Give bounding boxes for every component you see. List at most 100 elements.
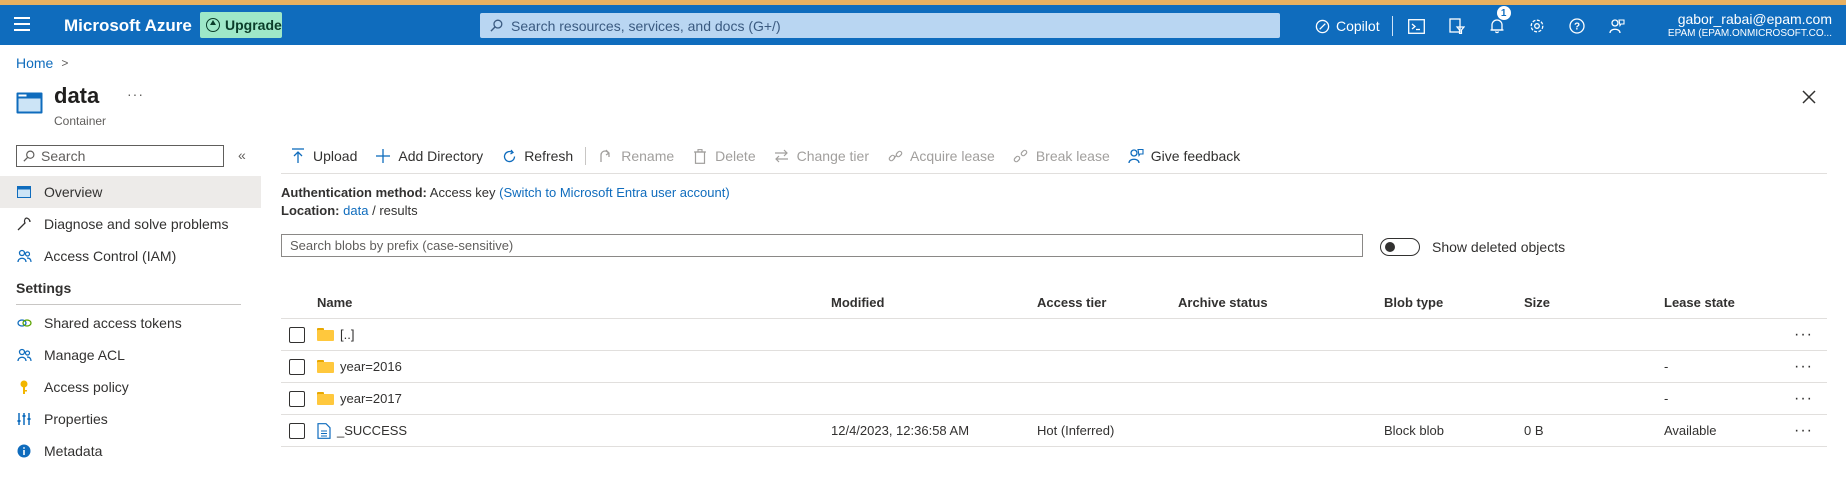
settings-heading: Settings	[16, 280, 72, 296]
row-more-button[interactable]: ···	[1754, 382, 1827, 415]
sidebar-item-iam[interactable]: Access Control (IAM)	[0, 240, 261, 272]
column-header-lease-state[interactable]: Lease state	[1664, 286, 1754, 319]
resource-type: Container	[54, 114, 107, 128]
directory-filter-button[interactable]	[1437, 13, 1477, 39]
blob-modified	[831, 382, 1037, 415]
blob-access-tier	[1037, 382, 1178, 415]
collapse-sidebar-button[interactable]: «	[238, 147, 246, 163]
show-deleted-toggle[interactable]	[1380, 238, 1420, 256]
feedback-button[interactable]	[1597, 13, 1637, 39]
sidebar-item-overview[interactable]: Overview	[0, 176, 261, 208]
help-button[interactable]: ?	[1557, 13, 1597, 39]
breadcrumb-home[interactable]: Home	[16, 55, 53, 71]
settings-button[interactable]	[1517, 13, 1557, 39]
blob-name[interactable]: year=2017	[340, 391, 402, 406]
plus-icon	[375, 148, 391, 164]
show-deleted-label: Show deleted objects	[1432, 239, 1566, 255]
location-container-link[interactable]: data	[343, 203, 368, 218]
header-select	[281, 286, 317, 319]
delete-button[interactable]: Delete	[683, 148, 764, 164]
global-search-input[interactable]: Search resources, services, and docs (G+…	[480, 13, 1280, 38]
close-icon[interactable]	[1800, 88, 1818, 106]
column-header-name[interactable]: Name	[317, 286, 831, 319]
feedback-icon	[1608, 19, 1625, 34]
more-options-button[interactable]: ···	[127, 86, 144, 102]
column-header-modified[interactable]: Modified	[831, 286, 1037, 319]
blob-name[interactable]: [..]	[340, 327, 354, 342]
folder-icon	[317, 392, 334, 405]
swap-icon	[774, 148, 790, 164]
upgrade-button[interactable]: Upgrade	[200, 12, 282, 38]
location-label: Location:	[281, 203, 340, 218]
copilot-button[interactable]: Copilot	[1307, 13, 1388, 39]
change-tier-label: Change tier	[796, 148, 869, 164]
gear-icon	[1530, 19, 1544, 33]
row-more-button[interactable]: ···	[1754, 350, 1827, 383]
upload-icon	[290, 148, 306, 164]
sidebar-item-label: Overview	[44, 184, 103, 200]
sidebar-item-access-policy[interactable]: Access policy	[0, 371, 261, 403]
link-icon	[16, 315, 32, 331]
table-row[interactable]: year=2017 - ···	[281, 382, 1827, 415]
auth-label: Authentication method:	[281, 185, 427, 200]
sidebar-item-shared-access-tokens[interactable]: Shared access tokens	[0, 307, 261, 339]
row-more-button[interactable]: ···	[1754, 414, 1827, 447]
account-menu[interactable]: gabor_rabai@epam.com EPAM (EPAM.ONMICROS…	[1668, 11, 1832, 39]
row-checkbox[interactable]	[289, 422, 305, 439]
menu-icon[interactable]	[10, 12, 34, 36]
blob-type	[1384, 350, 1524, 383]
table-row[interactable]: year=2016 - ···	[281, 350, 1827, 383]
sidebar-item-metadata[interactable]: Metadata	[0, 435, 261, 467]
column-header-blob-type[interactable]: Blob type	[1384, 286, 1524, 319]
notifications-button[interactable]: 1	[1477, 6, 1517, 39]
sidebar-item-diagnose[interactable]: Diagnose and solve problems	[0, 208, 261, 240]
switch-auth-link[interactable]: (Switch to Microsoft Entra user account)	[499, 185, 729, 200]
location-separator: /	[372, 203, 376, 218]
blob-prefix-search-input[interactable]: Search blobs by prefix (case-sensitive)	[281, 234, 1363, 257]
upload-button[interactable]: Upload	[281, 148, 366, 164]
blob-name[interactable]: year=2016	[340, 359, 402, 374]
key-icon	[16, 379, 32, 395]
acquire-lease-button[interactable]: Acquire lease	[878, 148, 1004, 164]
column-header-access-tier[interactable]: Access tier	[1037, 286, 1178, 319]
give-feedback-button[interactable]: Give feedback	[1119, 148, 1250, 164]
column-header-size[interactable]: Size	[1524, 286, 1664, 319]
svg-text:?: ?	[1574, 22, 1580, 33]
row-checkbox[interactable]	[289, 326, 305, 343]
rename-icon	[598, 148, 614, 164]
cloud-shell-button[interactable]	[1397, 13, 1437, 39]
blob-type: Block blob	[1384, 414, 1524, 447]
sidebar-item-label: Manage ACL	[44, 347, 125, 363]
row-checkbox[interactable]	[289, 358, 305, 375]
blob-access-tier	[1037, 350, 1178, 383]
blob-archive-status	[1178, 382, 1384, 415]
info-icon	[16, 443, 32, 459]
blob-access-tier	[1037, 318, 1178, 351]
page-title: data	[54, 83, 100, 108]
break-lease-button[interactable]: Break lease	[1004, 148, 1119, 164]
sidebar-item-properties[interactable]: Properties	[0, 403, 261, 435]
sidebar-item-label: Access Control (IAM)	[44, 248, 177, 264]
rename-button[interactable]: Rename	[589, 148, 683, 164]
sidebar-item-manage-acl[interactable]: Manage ACL	[0, 339, 261, 371]
add-directory-button[interactable]: Add Directory	[366, 148, 492, 164]
toggle-knob	[1385, 242, 1395, 252]
upload-label: Upload	[313, 148, 358, 164]
blob-size	[1524, 318, 1664, 351]
table-row[interactable]: _SUCCESS 12/4/2023, 12:36:58 AM Hot (Inf…	[281, 414, 1827, 447]
change-tier-button[interactable]: Change tier	[765, 148, 878, 164]
table-row[interactable]: [..] ···	[281, 318, 1827, 351]
blob-modified	[831, 318, 1037, 351]
column-header-archive-status[interactable]: Archive status	[1178, 286, 1384, 319]
row-more-button[interactable]: ···	[1754, 318, 1827, 351]
wrench-icon	[16, 216, 32, 232]
command-bar: Upload Add Directory Refresh Rename Dele…	[281, 144, 1249, 168]
blob-name[interactable]: _SUCCESS	[337, 423, 407, 438]
row-checkbox[interactable]	[289, 390, 305, 407]
bell-icon	[1490, 19, 1504, 34]
sidebar-search-input[interactable]: Search	[16, 145, 224, 167]
refresh-button[interactable]: Refresh	[492, 148, 582, 164]
brand-title[interactable]: Microsoft Azure	[64, 16, 192, 36]
blob-lease-state	[1664, 318, 1754, 351]
blob-size	[1524, 350, 1664, 383]
